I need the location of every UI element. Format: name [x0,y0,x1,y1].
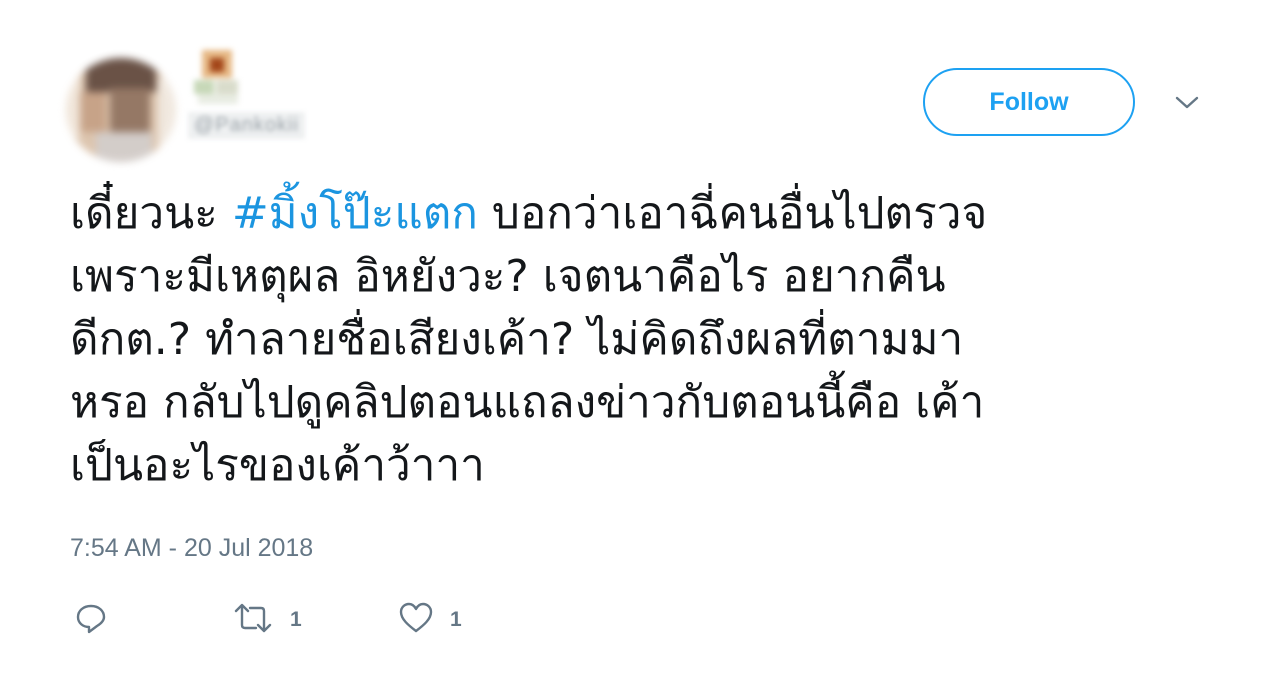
retweet-button[interactable]: 1 [232,600,302,640]
tweet-line-2: เพราะมีเหตุผล อิหยังวะ? เจตนาคือไร อยากค… [70,251,946,302]
tweet-text-segment: เดี๋ยวนะ [70,188,232,239]
tweet-text-segment: บอกว่าเอาฉี่คนอื่นไปตรวจ [477,188,988,239]
reply-button[interactable] [74,600,108,640]
chevron-down-icon[interactable] [1172,88,1202,118]
like-count: 1 [450,608,462,631]
tweet-line-3: ดีกต.? ทำลายชื่อเสียงเค้า? ไม่คิดถึงผลที… [70,314,964,365]
tweet-line-5: เป็นอะไรของเค้าว้าาา [70,440,485,491]
display-name[interactable] [186,50,248,106]
heart-icon [398,601,434,640]
retweet-count: 1 [290,608,302,631]
tweet-timestamp[interactable]: 7:54 AM - 20 Jul 2018 [70,534,313,563]
avatar[interactable] [66,58,176,162]
hashtag-link[interactable]: #มิ้งโป๊ะแตก [232,188,478,239]
tweet-line-4: หรอ กลับไปดูคลิปตอนแถลงข่าวกับตอนนี้คือ … [70,377,985,428]
user-handle[interactable]: @Pankokii [188,112,305,139]
tweet-text: เดี๋ยวนะ #มิ้งโป๊ะแตก บอกว่าเอาฉี่คนอื่น… [70,182,1230,497]
reply-icon [74,601,108,640]
retweet-icon [232,601,274,640]
tweet-line-1: เดี๋ยวนะ #มิ้งโป๊ะแตก บอกว่าเอาฉี่คนอื่น… [70,182,1230,245]
like-button[interactable]: 1 [398,600,462,640]
follow-button[interactable]: Follow [923,68,1135,136]
tweet-card: @Pankokii Follow เดี๋ยวนะ #มิ้งโป๊ะแตก บ… [0,0,1280,683]
